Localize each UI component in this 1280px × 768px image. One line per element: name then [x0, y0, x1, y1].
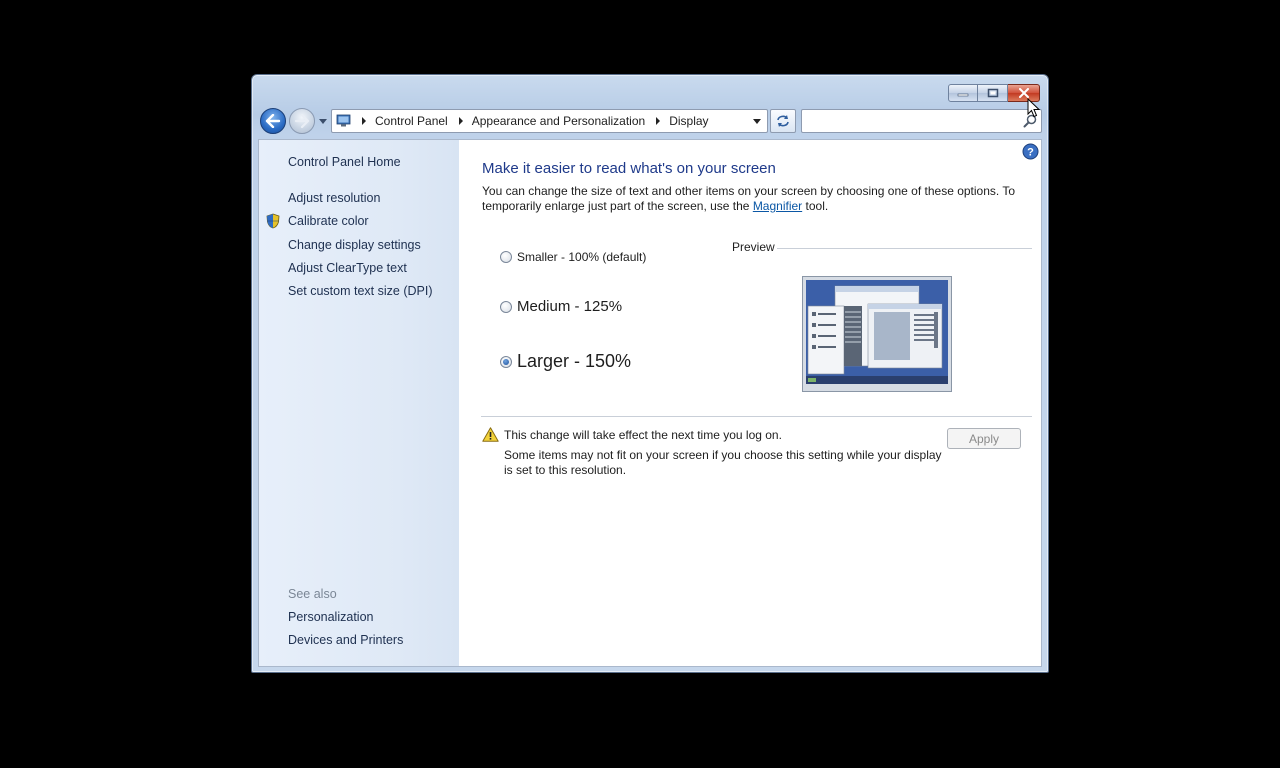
breadcrumb-display[interactable]: Display — [669, 114, 708, 128]
devices-and-printers-link[interactable]: Devices and Printers — [288, 633, 403, 647]
uac-shield-icon — [266, 213, 280, 229]
adjust-resolution-link[interactable]: Adjust resolution — [288, 191, 380, 205]
change-display-settings-link[interactable]: Change display settings — [288, 238, 421, 252]
minimize-button[interactable] — [948, 84, 978, 102]
close-icon — [1018, 88, 1029, 98]
option-larger[interactable]: Larger - 150% — [500, 351, 631, 372]
radio-smaller[interactable] — [500, 251, 512, 263]
adjust-cleartype-link[interactable]: Adjust ClearType text — [288, 261, 407, 275]
display-window: Control Panel Appearance and Personaliza… — [251, 74, 1049, 673]
warning-detail: Some items may not fit on your screen if… — [504, 448, 942, 477]
magnifier-link[interactable]: Magnifier — [753, 199, 802, 213]
forward-button[interactable] — [289, 108, 315, 134]
option-larger-label: Larger - 150% — [517, 351, 632, 371]
maximize-icon — [987, 88, 998, 98]
help-icon[interactable]: ? — [1022, 143, 1039, 160]
address-dropdown-icon[interactable] — [753, 119, 761, 124]
description-text-end: tool. — [802, 199, 829, 213]
refresh-icon — [777, 115, 789, 127]
minimize-icon — [957, 93, 969, 97]
search-input[interactable] — [806, 111, 1016, 131]
radio-medium[interactable] — [500, 300, 512, 313]
mouse-cursor-icon — [1027, 98, 1041, 118]
forward-arrow-icon — [294, 114, 310, 128]
option-medium[interactable]: Medium - 125% — [500, 298, 622, 315]
breadcrumb-separator-icon — [362, 117, 366, 125]
navigation-bar: Control Panel Appearance and Personaliza… — [258, 107, 1042, 135]
see-also-heading: See also — [288, 587, 337, 601]
task-pane: Control Panel Home Adjust resolution Cal… — [259, 140, 459, 666]
breadcrumb-separator-icon — [656, 117, 661, 125]
description-text: You can change the size of text and othe… — [482, 184, 1016, 213]
back-button[interactable] — [260, 108, 286, 134]
warning-icon — [482, 427, 499, 442]
breadcrumb-separator-icon — [458, 117, 463, 125]
preview-thumbnail — [802, 276, 952, 392]
personalization-link[interactable]: Personalization — [288, 610, 373, 624]
calibrate-color-link[interactable]: Calibrate color — [288, 214, 369, 228]
option-smaller[interactable]: Smaller - 100% (default) — [500, 250, 646, 264]
custom-text-size-link[interactable]: Set custom text size (DPI) — [288, 284, 432, 298]
warning-message: This change will take effect the next ti… — [504, 428, 782, 442]
control-panel-icon — [336, 114, 351, 127]
address-bar[interactable]: Control Panel Appearance and Personaliza… — [331, 109, 768, 133]
radio-larger[interactable] — [500, 355, 512, 368]
page-description: You can change the size of text and othe… — [482, 184, 1022, 214]
main-pane: ? Make it easier to read what's on your … — [459, 140, 1041, 666]
back-arrow-icon — [265, 114, 281, 128]
search-box[interactable] — [801, 109, 1042, 133]
control-panel-home-link[interactable]: Control Panel Home — [288, 155, 401, 169]
section-divider — [481, 416, 1032, 417]
page-title: Make it easier to read what's on your sc… — [482, 160, 776, 177]
maximize-button[interactable] — [978, 84, 1008, 102]
option-medium-label: Medium - 125% — [517, 298, 623, 315]
preview-label: Preview — [732, 240, 775, 254]
recent-pages-chevron-icon[interactable] — [318, 116, 328, 126]
content-area: Control Panel Home Adjust resolution Cal… — [258, 139, 1042, 667]
preview-divider — [777, 248, 1032, 249]
option-smaller-label: Smaller - 100% (default) — [517, 250, 647, 264]
refresh-button[interactable] — [770, 109, 796, 133]
svg-text:?: ? — [1027, 147, 1034, 159]
apply-button[interactable]: Apply — [947, 428, 1021, 449]
breadcrumb-appearance[interactable]: Appearance and Personalization — [472, 114, 645, 128]
breadcrumb-control-panel[interactable]: Control Panel — [375, 114, 448, 128]
